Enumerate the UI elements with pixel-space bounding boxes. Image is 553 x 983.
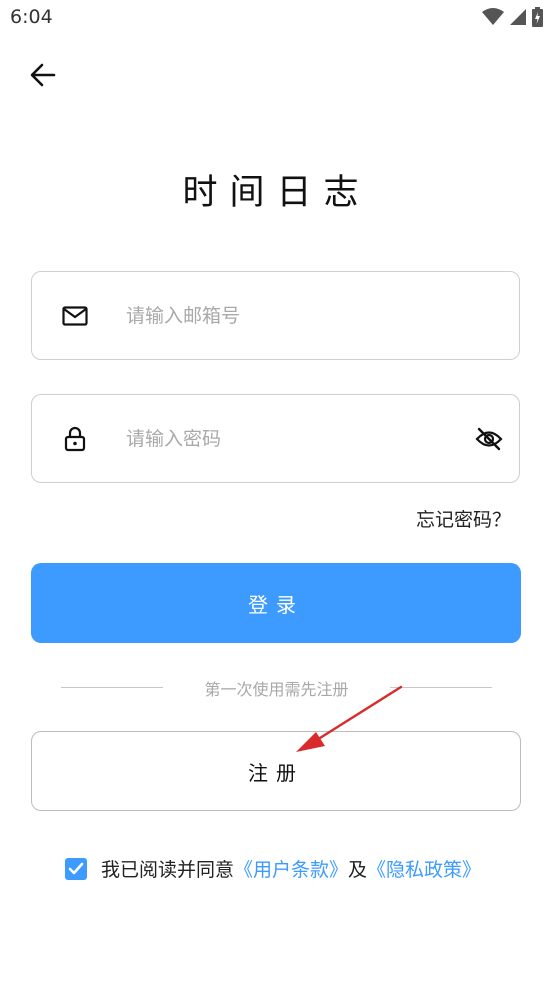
password-field-container[interactable] xyxy=(31,394,520,483)
cellular-signal-icon xyxy=(510,9,526,25)
back-button[interactable] xyxy=(28,60,58,90)
agreement-checkbox[interactable] xyxy=(65,857,87,880)
status-icons xyxy=(482,7,543,27)
eye-off-icon xyxy=(475,427,503,450)
app-title: 时间日志 xyxy=(182,173,371,213)
back-arrow-icon xyxy=(30,63,56,87)
status-time: 6:04 xyxy=(10,6,53,28)
toggle-password-visibility[interactable] xyxy=(459,427,519,451)
annotation-arrow xyxy=(296,685,403,752)
terms-link[interactable]: 《用户条款》 xyxy=(234,855,348,882)
agreement-row: 我已阅读并同意 《用户条款》 及 《隐私政策》 xyxy=(65,855,481,882)
mail-icon xyxy=(62,305,88,326)
privacy-link[interactable]: 《隐私政策》 xyxy=(367,855,481,882)
login-button[interactable]: 登录 xyxy=(31,563,521,643)
battery-icon xyxy=(532,7,543,27)
register-hint: 第一次使用需先注册 xyxy=(204,680,349,699)
agreement-text: 我已阅读并同意 xyxy=(101,859,235,881)
checkmark-icon xyxy=(68,862,84,874)
forgot-password-link[interactable]: 忘记密码？ xyxy=(416,505,511,532)
email-input[interactable] xyxy=(124,303,519,328)
wifi-icon xyxy=(482,8,504,25)
register-button[interactable]: 注册 xyxy=(31,731,521,811)
lock-icon xyxy=(64,426,86,451)
email-field-container[interactable] xyxy=(31,271,520,360)
agreement-conjunction: 及 xyxy=(348,859,368,881)
password-input[interactable] xyxy=(124,426,459,451)
